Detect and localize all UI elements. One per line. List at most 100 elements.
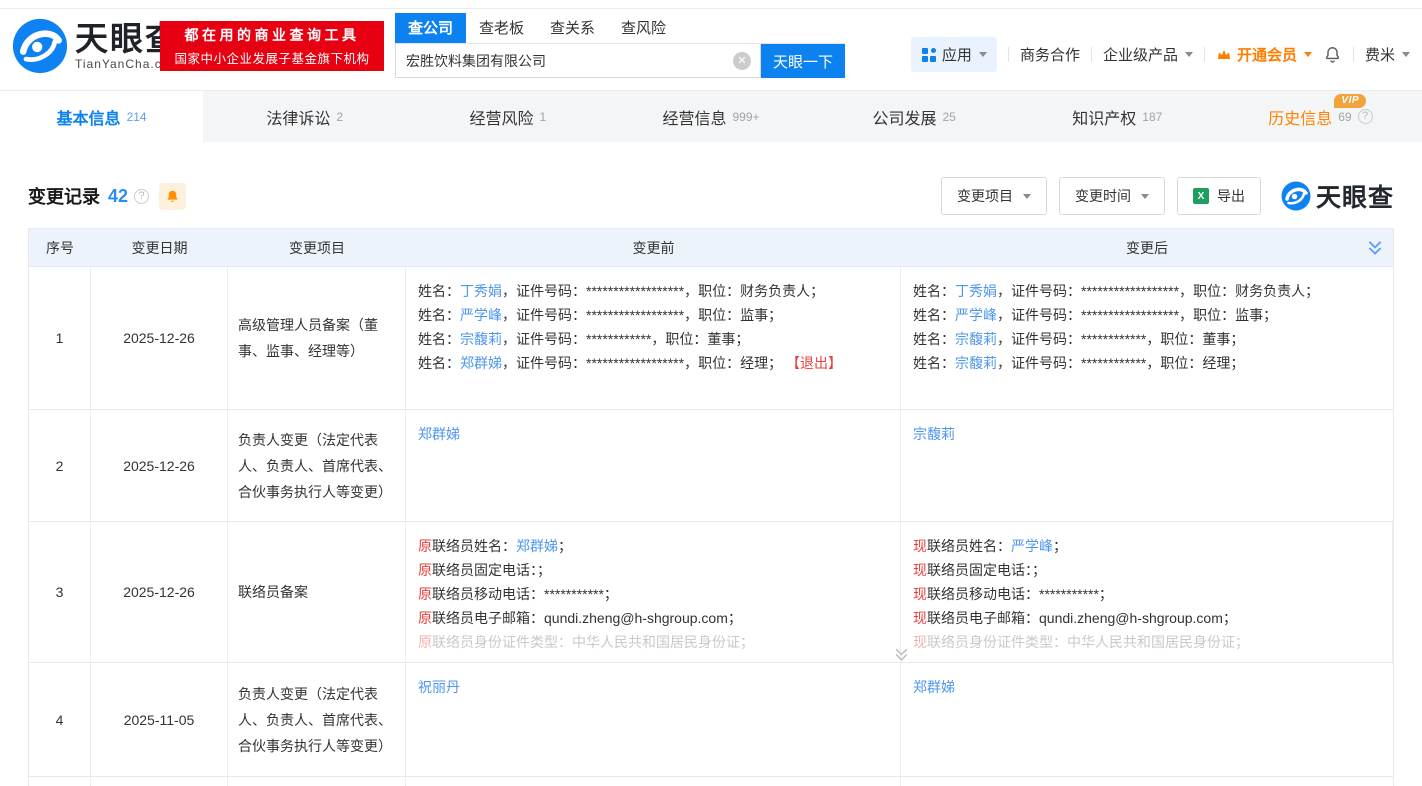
text-line: 原联络员移动电话：***********； [418,582,888,606]
person-link[interactable]: 丁秀娟 [460,283,502,299]
person-link[interactable]: 宗馥莉 [955,331,997,347]
search-tab-risk[interactable]: 查风险 [608,13,679,43]
text-line: 现联络员电子邮箱：qundi.zheng@h-shgroup.com； [913,606,1380,630]
change-item-text: 高级管理人员备案（董事、监事、经理等） [238,312,395,364]
tab-operation[interactable]: 经营信息999+ [609,91,812,142]
text-segment: 原 [418,610,432,626]
help-icon[interactable]: ? [134,189,149,204]
nav-cooperation[interactable]: 商务合作 [1020,44,1080,65]
serial-cell: 4 [29,663,91,776]
nav-open-vip[interactable]: 开通会员 [1216,44,1312,65]
person-link[interactable]: 郑群娣 [516,538,558,554]
text-segment: 【退出】 [786,355,842,371]
text-line: 原联络员姓名：郑群娣； [418,534,888,558]
text-line: 姓名：宗馥莉，证件号码：************，职位：董事； [418,327,888,351]
chevron-down-icon [1304,52,1312,57]
text-line: 现联络员移动电话：***********； [913,582,1380,606]
chevron-down-icon [1141,194,1149,199]
person-link[interactable]: 郑群娣 [418,426,460,442]
tab-count: 69 [1338,110,1351,124]
after-cell: 郑群娣 [901,663,1393,776]
empty-cell [29,777,91,786]
text-segment: 姓名： [913,283,955,299]
text-segment: ，证件号码：******************，职位：监事； [997,307,1277,323]
expand-row-button[interactable] [893,647,910,662]
subscribe-bell-icon[interactable] [159,183,186,210]
tab-count: 214 [127,110,147,124]
search-tab-relation[interactable]: 查关系 [537,13,608,43]
text-segment: 现 [913,562,927,578]
change-item-cell: 负责人变更（法定代表人、负责人、首席代表、合伙事务执行人等变更） [228,663,406,776]
date-cell: 2025-12-26 [91,410,228,521]
site-logo[interactable]: 天眼查 TianYanCha.com [12,18,180,74]
person-link[interactable]: 祝丽丹 [418,679,460,695]
table-row-partial [29,777,1393,786]
notifications-bell-icon[interactable] [1323,45,1342,64]
change-records-table: 序号 变更日期 变更项目 变更前 变更后 12025-12-26高级管理人员备案… [28,228,1394,786]
collapse-all-chevron-icon[interactable] [1366,238,1384,258]
tab-lawsuit[interactable]: 法律诉讼2 [203,91,406,142]
crown-icon [1216,47,1232,63]
filter-change-item-button[interactable]: 变更项目 [941,177,1047,215]
text-segment: 联络员移动电话：***********； [432,586,618,602]
text-segment: 姓名： [418,307,460,323]
nav-enterprise[interactable]: 企业级产品 [1103,44,1193,65]
person-link[interactable]: 丁秀娟 [955,283,997,299]
chevron-down-icon [1185,52,1193,57]
person-link[interactable]: 严学峰 [955,307,997,323]
serial-cell: 1 [29,267,91,409]
after-cell: 姓名：丁秀娟，证件号码：******************，职位：财务负责人；… [901,267,1393,409]
help-icon[interactable]: ? [1358,109,1373,124]
change-item-text: 负责人变更（法定代表人、负责人、首席代表、合伙事务执行人等变更） [238,681,395,759]
user-menu[interactable]: 费米 [1365,44,1410,65]
filter-change-time-button[interactable]: 变更时间 [1059,177,1165,215]
clear-search-icon[interactable]: ✕ [733,52,751,70]
tab-risk[interactable]: 经营风险1 [406,91,609,142]
text-line: 现联络员身份证件类型：中华人民共和国居民身份证； [913,630,1380,654]
change-item-text: 联络员备案 [238,579,308,605]
text-segment: 现 [913,634,927,650]
tab-history[interactable]: 历史信息69?VIP [1219,91,1422,142]
person-link[interactable]: 严学峰 [460,307,502,323]
date-cell: 2025-12-26 [91,522,228,662]
table-header-row: 序号 变更日期 变更项目 变更前 变更后 [29,229,1393,267]
text-segment: ，证件号码：******************，职位：监事； [502,307,782,323]
divider [1091,47,1092,62]
apps-grid-icon [921,47,937,63]
before-cell: 原联络员姓名：郑群娣；原联络员固定电话：；原联络员移动电话：**********… [406,522,901,662]
tab-ip[interactable]: 知识产权187 [1016,91,1219,142]
excel-icon: X [1193,188,1209,204]
search-input-wrap: ✕ [395,44,761,78]
tab-label: 经营风险 [470,105,534,129]
text-line: 原联络员电子邮箱：qundi.zheng@h-shgroup.com； [418,606,888,630]
search-tab-boss[interactable]: 查老板 [466,13,537,43]
person-link[interactable]: 郑群娣 [460,355,502,371]
person-link[interactable]: 宗馥莉 [955,355,997,371]
text-segment: 联络员固定电话：； [927,562,1046,578]
text-segment: 原 [418,538,432,554]
tab-basic[interactable]: 基本信息214 [0,91,203,142]
site-header: 天眼查 TianYanCha.com 都在用的商业查询工具 国家中小企业发展子基… [0,0,1422,90]
table-row: 22025-12-26负责人变更（法定代表人、负责人、首席代表、合伙事务执行人等… [29,410,1393,522]
export-button[interactable]: X 导出 [1177,177,1261,215]
text-segment: 现 [913,610,927,626]
text-segment: 联络员移动电话：***********； [927,586,1113,602]
watermark-text: 天眼查 [1316,178,1394,214]
tab-label: 经营信息 [662,105,726,129]
person-link[interactable]: 宗馥莉 [913,426,955,442]
text-line: 郑群娣 [913,675,1381,699]
search-input[interactable] [396,44,760,77]
tab-development[interactable]: 公司发展25 [813,91,1016,142]
person-link[interactable]: 宗馥莉 [460,331,502,347]
apps-menu[interactable]: 应用 [911,37,997,72]
tab-count: 2 [336,110,343,124]
search-button[interactable]: 天眼一下 [761,44,845,78]
person-link[interactable]: 郑群娣 [913,679,955,695]
text-line: 宗馥莉 [913,422,1381,446]
search-tab-company[interactable]: 查公司 [395,13,466,43]
text-segment: 联络员固定电话：； [432,562,551,578]
vip-badge: VIP [1334,94,1366,108]
tab-label: 知识产权 [1072,105,1136,129]
person-link[interactable]: 严学峰 [1011,538,1053,554]
text-segment: ； [558,538,572,554]
